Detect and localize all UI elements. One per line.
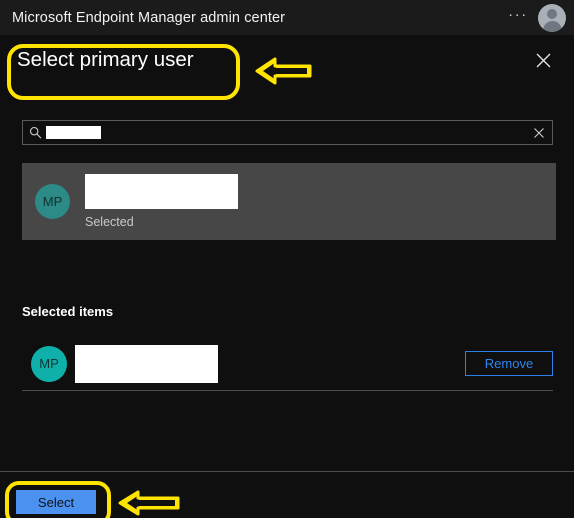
selected-item-row: MP Remove xyxy=(22,337,553,391)
selected-item-name-redacted xyxy=(75,344,218,383)
avatar-head xyxy=(547,8,557,19)
top-bar-actions: ··· xyxy=(503,0,574,35)
close-icon[interactable] xyxy=(528,45,558,75)
search-value-redacted xyxy=(46,126,101,139)
remove-button[interactable]: Remove xyxy=(465,351,553,376)
search-icon xyxy=(29,126,42,139)
result-avatar: MP xyxy=(35,184,70,219)
result-status-label: Selected xyxy=(85,215,134,229)
app-window: Microsoft Endpoint Manager admin center … xyxy=(0,0,574,518)
footer-divider xyxy=(0,471,574,472)
app-title: Microsoft Endpoint Manager admin center xyxy=(12,9,286,26)
selected-items-heading: Selected items xyxy=(22,304,114,319)
selected-item-avatar: MP xyxy=(31,345,67,382)
account-avatar-icon[interactable] xyxy=(538,3,566,32)
select-button[interactable]: Select xyxy=(16,490,96,514)
result-name-redacted xyxy=(85,174,238,209)
avatar-body xyxy=(542,20,562,32)
page-title: Select primary user xyxy=(17,48,194,71)
more-options-icon[interactable]: ··· xyxy=(503,3,533,33)
clear-search-icon[interactable] xyxy=(533,127,545,139)
annotation-arrow-select-icon xyxy=(118,488,182,518)
annotation-arrow-title-icon xyxy=(255,55,312,92)
top-bar: Microsoft Endpoint Manager admin center … xyxy=(0,0,574,35)
search-result-row[interactable]: MP Selected xyxy=(22,163,556,240)
result-text-group: Selected xyxy=(85,174,238,229)
search-input[interactable] xyxy=(22,120,553,145)
